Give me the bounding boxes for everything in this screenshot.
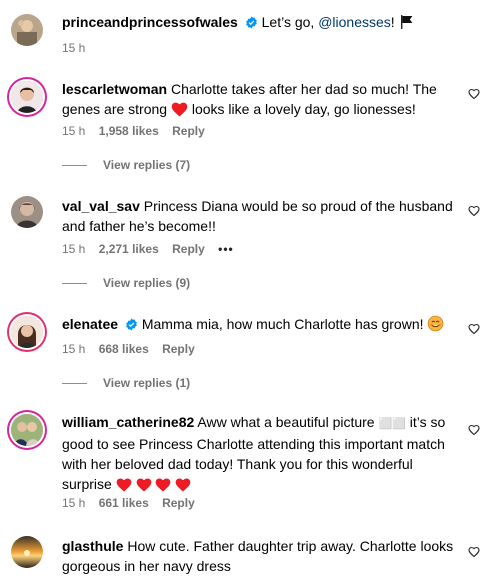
comment-body-2: looks like a lovely day, go lionesses! bbox=[191, 101, 416, 117]
reply-button[interactable]: Reply bbox=[172, 124, 205, 138]
comment-time: 15 h bbox=[62, 242, 86, 256]
comment-body: Mamma mia, how much Charlotte has grown! bbox=[141, 316, 424, 332]
divider bbox=[62, 383, 87, 385]
comment-time: 15 h bbox=[62, 124, 86, 138]
heart-outline-icon[interactable] bbox=[468, 88, 480, 100]
verified-badge-icon bbox=[126, 318, 137, 331]
caption-mention[interactable]: @lionesses bbox=[318, 14, 391, 30]
heart-red-emoji-icon bbox=[171, 102, 188, 117]
comment-avatar[interactable] bbox=[11, 196, 43, 228]
caption-text: princeandprincessofwales Let’s go, @lion… bbox=[62, 12, 454, 32]
heart-outline-icon[interactable] bbox=[468, 546, 480, 558]
comment-likes[interactable]: 1,958 likes bbox=[99, 124, 159, 138]
heart-outline-icon[interactable] bbox=[468, 424, 480, 436]
reply-button[interactable]: Reply bbox=[162, 496, 195, 510]
comment-text: val_val_sav Princess Diana would be so p… bbox=[62, 196, 454, 236]
view-replies-button[interactable]: View replies (7) bbox=[62, 157, 190, 173]
comment-text: elenatee Mamma mia, how much Charlotte h… bbox=[62, 314, 454, 334]
comment-meta: 15 h 1,958 likes Reply bbox=[62, 123, 215, 139]
caption-body: Let’s go, bbox=[261, 14, 315, 30]
view-replies-label: View replies (7) bbox=[103, 158, 191, 172]
comment-username[interactable]: lescarletwoman bbox=[62, 81, 167, 97]
comment-body: Aww what a beautiful picture bbox=[197, 414, 375, 430]
caption-suffix: ! bbox=[390, 14, 395, 30]
caption-time: 15 h bbox=[62, 41, 86, 55]
comment-text: lescarletwoman Charlotte takes after her… bbox=[62, 79, 454, 119]
comment-time: 15 h bbox=[62, 496, 86, 510]
caption-username[interactable]: princeandprincessofwales bbox=[62, 14, 238, 30]
heart-red-emoji-icon bbox=[176, 478, 191, 492]
heart-red-emoji-icon bbox=[116, 478, 132, 492]
comment-meta: 15 h 2,271 likes Reply ••• bbox=[62, 241, 244, 257]
comment-avatar[interactable] bbox=[11, 536, 43, 568]
comment-username[interactable]: glasthule bbox=[62, 538, 123, 554]
more-options-button[interactable]: ••• bbox=[218, 242, 234, 256]
smiling-face-emoji-icon bbox=[428, 315, 444, 332]
heart-outline-icon[interactable] bbox=[468, 205, 480, 217]
reply-button[interactable]: Reply bbox=[162, 342, 195, 356]
comment-avatar[interactable] bbox=[11, 316, 43, 348]
heart-red-emoji-icon bbox=[136, 478, 151, 492]
flag-icon bbox=[400, 15, 412, 29]
comment-likes[interactable]: 2,271 likes bbox=[99, 242, 159, 256]
heart-red-emoji-row bbox=[116, 477, 192, 497]
missing-glyph-icons: ⬜⬜ bbox=[378, 418, 406, 430]
heart-red-emoji-icon bbox=[156, 478, 171, 492]
comment-meta: 15 h 668 likes Reply bbox=[62, 341, 205, 357]
view-replies-button[interactable]: View replies (9) bbox=[62, 275, 190, 291]
comment-time: 15 h bbox=[62, 342, 86, 356]
divider bbox=[62, 283, 87, 285]
comment-avatar[interactable] bbox=[11, 81, 43, 113]
reply-button[interactable]: Reply bbox=[172, 242, 205, 256]
comment-username[interactable]: elenatee bbox=[62, 316, 118, 332]
comment-text: glasthule How cute. Father daughter trip… bbox=[62, 536, 454, 576]
comment-text: william_catherine82 Aww what a beautiful… bbox=[62, 412, 454, 497]
comment-avatar[interactable] bbox=[11, 414, 43, 446]
caption-meta: 15 h bbox=[62, 40, 95, 56]
caption-avatar[interactable] bbox=[11, 14, 43, 46]
comment-username[interactable]: william_catherine82 bbox=[62, 414, 194, 430]
view-replies-label: View replies (9) bbox=[103, 276, 191, 290]
comment-meta: 15 h 661 likes Reply bbox=[62, 495, 205, 511]
comment-likes[interactable]: 668 likes bbox=[99, 342, 149, 356]
comment-username[interactable]: val_val_sav bbox=[62, 198, 140, 214]
comment-likes[interactable]: 661 likes bbox=[99, 496, 149, 510]
verified-badge-icon bbox=[245, 16, 257, 29]
view-replies-label: View replies (1) bbox=[103, 376, 191, 390]
divider bbox=[62, 165, 87, 167]
heart-outline-icon[interactable] bbox=[468, 323, 480, 335]
view-replies-button[interactable]: View replies (1) bbox=[62, 375, 190, 391]
